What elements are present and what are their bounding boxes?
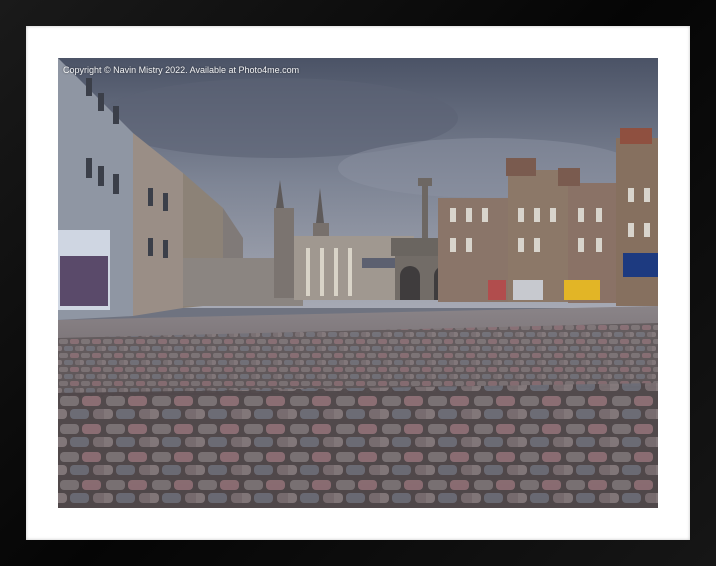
cobblestone-square	[58, 306, 658, 508]
copyright-watermark: Copyright © Navin Mistry 2022. Available…	[63, 65, 300, 75]
street-scene	[58, 58, 658, 508]
photograph: Copyright © Navin Mistry 2022. Available…	[58, 58, 658, 508]
